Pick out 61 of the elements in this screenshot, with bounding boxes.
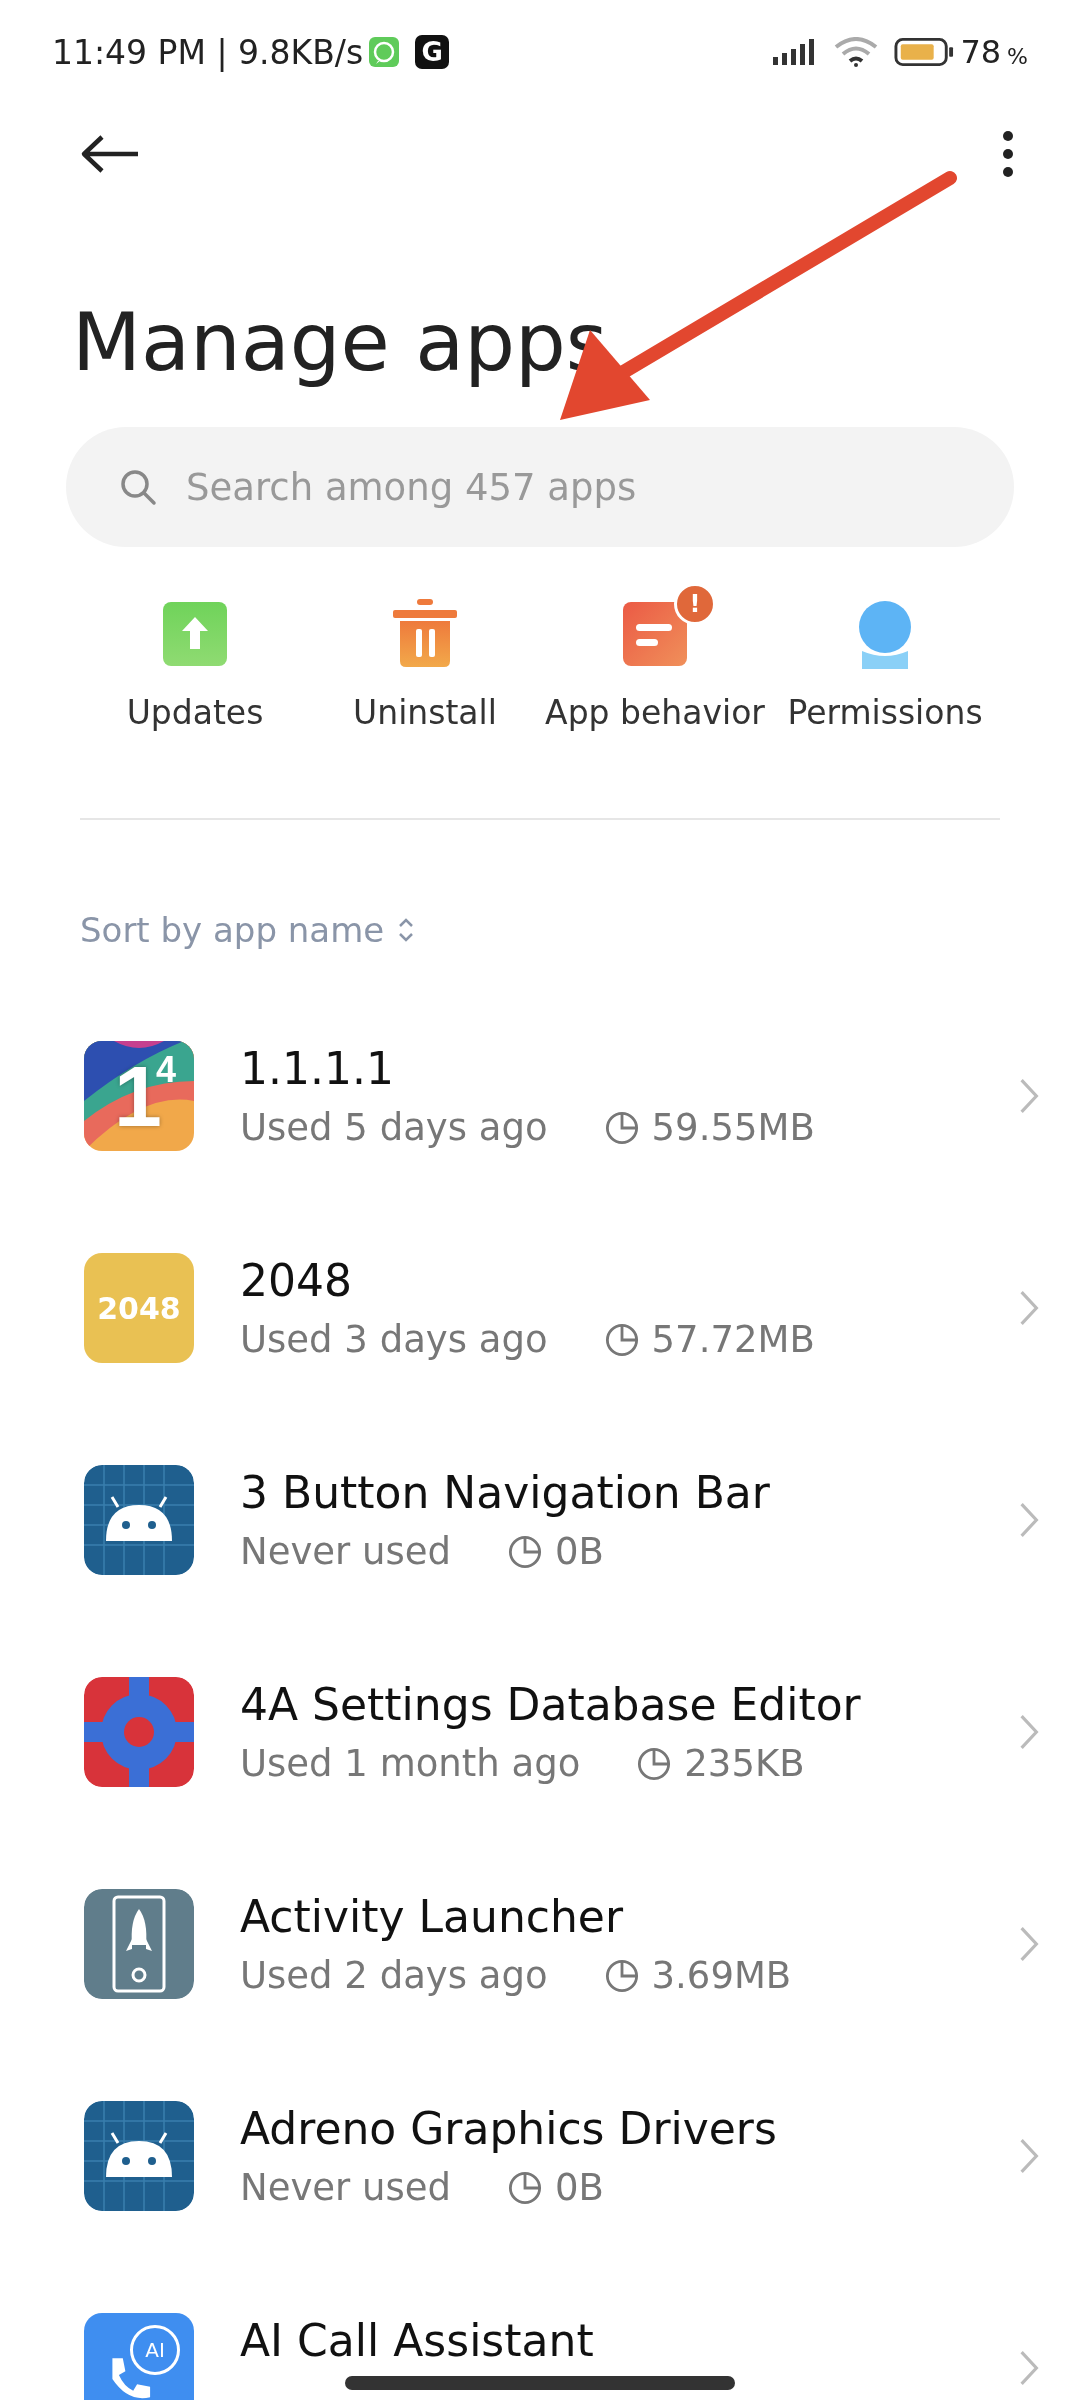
app-size: 0B: [555, 1530, 604, 1573]
app-size: 235KB: [684, 1742, 805, 1785]
rocket-icon: [84, 1889, 194, 1999]
app-size: 0B: [555, 2166, 604, 2209]
last-used-text: Never used: [240, 1530, 452, 1573]
alert-badge: !: [674, 583, 716, 625]
storage-icon: [507, 1533, 544, 1570]
app-icon: AI: [84, 2313, 194, 2400]
app-name: Adreno Graphics Drivers: [240, 2103, 778, 2154]
battery-percent: 78: [960, 33, 1002, 71]
robot-icon: [84, 2101, 194, 2211]
wifi-icon: [834, 37, 879, 67]
storage-icon: [603, 1109, 640, 1146]
storage-icon: [603, 1957, 640, 1994]
chevron-right-icon: [1018, 1501, 1040, 1539]
app-list-item[interactable]: Adreno Graphics Drivers Never used 0B: [0, 2050, 1080, 2262]
app-name: 2048: [240, 1255, 353, 1306]
last-used-text: Used 3 days ago: [240, 1318, 548, 1361]
chevron-right-icon: [1018, 1289, 1040, 1327]
app-list-item[interactable]: Activity Launcher Used 2 days ago 3.69MB: [0, 1838, 1080, 2050]
app-name: AI Call Assistant: [240, 2314, 595, 2366]
percent-sign: %: [1007, 43, 1028, 69]
chat-icon: [369, 37, 400, 67]
chevron-right-icon: [1018, 2137, 1040, 2175]
search-field[interactable]: Search among 457 apps: [66, 427, 1014, 547]
app-list-item[interactable]: 2048 2048 Used 3 days ago 57.72MB: [0, 1202, 1080, 1414]
app-list-item[interactable]: 3 Button Navigation Bar Never used 0B: [0, 1414, 1080, 1626]
more-options-icon[interactable]: [1002, 130, 1014, 178]
storage-icon: [507, 2169, 544, 2206]
sort-arrows-icon: [398, 917, 415, 943]
action-label[interactable]: Permissions: [787, 693, 983, 732]
action-label[interactable]: Updates: [126, 693, 264, 732]
app-name: 4A Settings Database Editor: [240, 1679, 862, 1730]
chevron-right-icon: [1018, 1925, 1040, 1963]
notes-icon[interactable]: [620, 599, 690, 669]
app-size: 59.55MB: [651, 1106, 815, 1149]
trash-icon[interactable]: [390, 599, 460, 669]
app-name: 1.1.1.1: [240, 1043, 395, 1094]
app-name: 3 Button Navigation Bar: [240, 1467, 771, 1518]
chevron-right-icon: [1018, 1713, 1040, 1751]
status-time: 11:49 PM | 9.8KB/s: [52, 32, 364, 72]
last-used-text: Used 1 month ago: [240, 1742, 581, 1785]
app-logo-icon: G: [415, 35, 450, 69]
last-used-text: Never used: [240, 2166, 452, 2209]
last-used-text: Used 2 days ago: [240, 1954, 548, 1997]
back-icon[interactable]: [80, 134, 140, 174]
app-list-item[interactable]: 4A Settings Database Editor Used 1 month ago 235KB: [0, 1626, 1080, 1838]
app-icon: 2048: [84, 1253, 194, 1363]
storage-icon: [603, 1321, 640, 1358]
storage-icon: [636, 1745, 673, 1782]
app-size: 57.72MB: [651, 1318, 815, 1361]
action-label[interactable]: Uninstall: [353, 693, 497, 732]
app-size: 3.69MB: [651, 1954, 792, 1997]
action-label[interactable]: App behavior: [545, 693, 765, 732]
app-name: Activity Launcher: [240, 1891, 625, 1942]
battery-icon: [894, 37, 955, 67]
chevron-right-icon: [1018, 2349, 1040, 2387]
gear-icon: [84, 1677, 194, 1787]
robot-icon: [84, 1465, 194, 1575]
chevron-right-icon: [1018, 1077, 1040, 1115]
last-used-text: Used 5 days ago: [240, 1106, 548, 1149]
